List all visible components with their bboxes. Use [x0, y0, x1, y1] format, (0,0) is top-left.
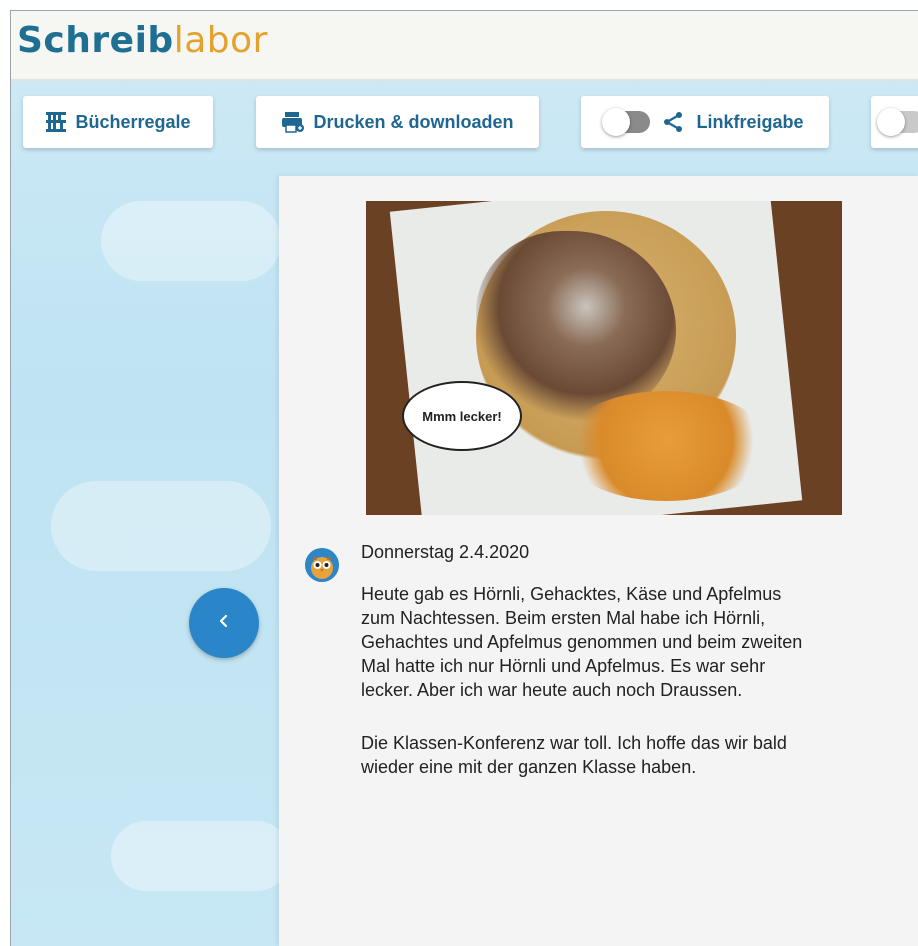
chevron-left-icon — [216, 613, 232, 634]
bookshelves-button[interactable]: Bücherregale — [23, 96, 213, 148]
speech-bubble-text: Mmm lecker! — [422, 408, 502, 424]
text-line: Gehachtes und Apfelmus genommen und beim… — [361, 632, 803, 652]
share-icon — [662, 111, 684, 133]
photo-applesauce — [561, 391, 771, 501]
app-header: Schreiblabor — [11, 11, 918, 81]
entry-photo: Mmm lecker! — [366, 201, 842, 515]
background-cloud — [101, 201, 281, 281]
print-download-button[interactable]: Drucken & downloaden — [256, 96, 539, 148]
speech-bubble: Mmm lecker! — [402, 381, 522, 451]
text-line: Mal hatte ich nur Hörnli und Apfelmus. E… — [361, 656, 766, 676]
link-share-toggle[interactable] — [602, 108, 651, 136]
toggle-knob — [602, 108, 631, 136]
book-page: Mmm lecker! Donnerstag 2.4.2020 Heute ga… — [279, 176, 918, 946]
entry-paragraph-1: Heute gab es Hörnli, Gehacktes, Käse und… — [361, 582, 881, 702]
text-line: Die Klassen-Konferenz war toll. Ich hoff… — [361, 733, 787, 753]
app-logo[interactable]: Schreiblabor — [17, 19, 268, 63]
link-share-label: Linkfreigabe — [696, 111, 804, 132]
text-line: zum Nachtessen. Beim ersten Mal habe ich… — [361, 608, 766, 628]
link-share-button[interactable]: Linkfreigabe — [581, 96, 829, 148]
logo-part-1: Schreib — [17, 20, 174, 61]
logo-part-2: labor — [173, 20, 268, 61]
app-frame: Schreiblabor Bücherregale Drucken & down… — [10, 10, 918, 946]
more-toolbar-button[interactable] — [871, 96, 918, 148]
extra-toggle[interactable] — [877, 108, 918, 136]
print-download-label: Drucken & downloaden — [313, 111, 514, 132]
background-cloud — [111, 821, 291, 891]
text-line: wieder eine mit der ganzen Klasse haben. — [361, 757, 697, 777]
owl-avatar-icon[interactable] — [305, 548, 339, 582]
bookshelf-icon — [45, 111, 67, 133]
printer-icon — [281, 111, 305, 133]
text-line: Heute gab es Hörnli, Gehacktes, Käse und… — [361, 584, 782, 604]
toggle-knob — [877, 108, 905, 136]
bookshelves-label: Bücherregale — [75, 111, 191, 132]
text-line: lecker. Aber ich war heute auch noch Dra… — [361, 680, 743, 700]
entry-date: Donnerstag 2.4.2020 — [361, 542, 530, 562]
previous-page-button[interactable] — [189, 588, 259, 658]
entry-paragraph-2: Die Klassen-Konferenz war toll. Ich hoff… — [361, 731, 881, 779]
background-cloud — [51, 481, 271, 571]
